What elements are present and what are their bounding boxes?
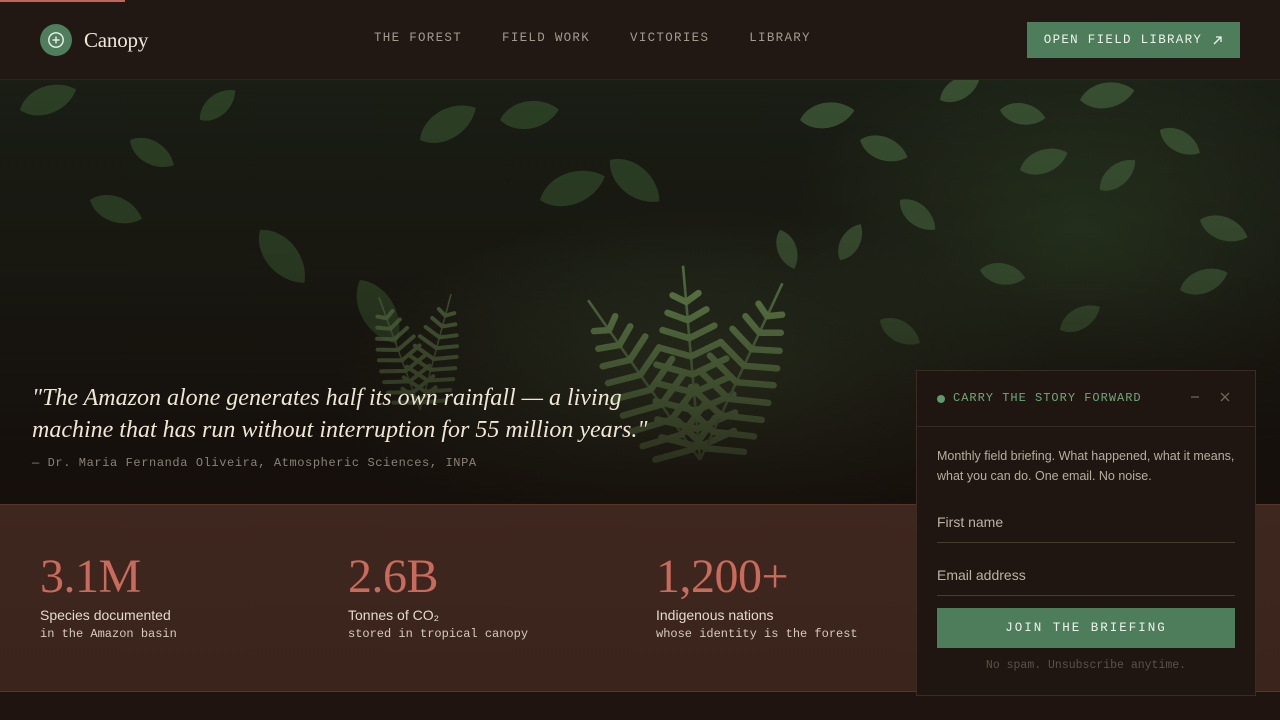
nav-link-library[interactable]: LIBRARY [749, 31, 811, 45]
stat-label: Tonnes of CO₂ [348, 607, 440, 623]
email-field[interactable] [937, 554, 1235, 596]
page-progress-bar [0, 0, 1280, 2]
newsletter-description: Monthly field briefing. What happened, w… [937, 449, 1235, 483]
newsletter-footnote: No spam. Unsubscribe anytime. [985, 659, 1187, 672]
join-briefing-button[interactable]: JOIN THE BRIEFING [937, 608, 1235, 648]
page-progress-fill [0, 0, 126, 2]
stat-nations: 1,200+ Indigenous nations whose identity… [656, 550, 858, 642]
newsletter-title: CARRY THE STORY FORWARD [953, 391, 1142, 405]
quote-attribution: — Dr. Maria Fernanda Oliveira, Atmospher… [32, 456, 477, 470]
minus-icon[interactable] [1187, 389, 1203, 405]
main-nav: THE FOREST FIELD WORK VICTORIES LIBRARY [374, 31, 811, 45]
arrow-up-right-icon [1213, 35, 1222, 44]
stat-carbon: 2.6B Tonnes of CO₂ stored in tropical ca… [348, 550, 529, 642]
brand-name: Canopy [84, 27, 149, 52]
nav-link-field-work[interactable]: FIELD WORK [502, 31, 590, 45]
stat-species: 3.1M Species documented in the Amazon ba… [40, 550, 177, 642]
nav-link-victories[interactable]: VICTORIES [630, 31, 709, 45]
page-bottom [0, 692, 1280, 720]
first-name-field[interactable] [937, 501, 1235, 543]
newsletter-panel-header: CARRY THE STORY FORWARD [917, 371, 1255, 427]
site-header: Canopy THE FOREST FIELD WORK VICTORIES L… [0, 0, 1280, 80]
stat-label: Indigenous nations [656, 607, 774, 623]
open-field-library-button[interactable]: OPEN FIELD LIBRARY [1027, 22, 1240, 58]
brand-logo[interactable]: Canopy [40, 24, 148, 56]
stat-subtext: in the Amazon basin [40, 627, 177, 641]
stat-value: 3.1M [40, 550, 141, 603]
stat-subtext: whose identity is the forest [656, 627, 858, 641]
close-icon[interactable] [1217, 389, 1233, 405]
cta-label: OPEN FIELD LIBRARY [1043, 33, 1203, 47]
hero-quote: "The Amazon alone generates half its own… [32, 385, 648, 443]
stat-subtext: stored in tropical canopy [348, 627, 529, 641]
plus-in-circle-icon [40, 24, 72, 56]
nav-link-the-forest[interactable]: THE FOREST [374, 31, 462, 45]
stat-label: Species documented [40, 607, 171, 623]
stat-value: 2.6B [348, 550, 439, 603]
newsletter-panel: CARRY THE STORY FORWARD Monthly field br… [916, 370, 1256, 696]
stat-value: 1,200+ [656, 550, 789, 603]
status-dot [937, 395, 945, 403]
